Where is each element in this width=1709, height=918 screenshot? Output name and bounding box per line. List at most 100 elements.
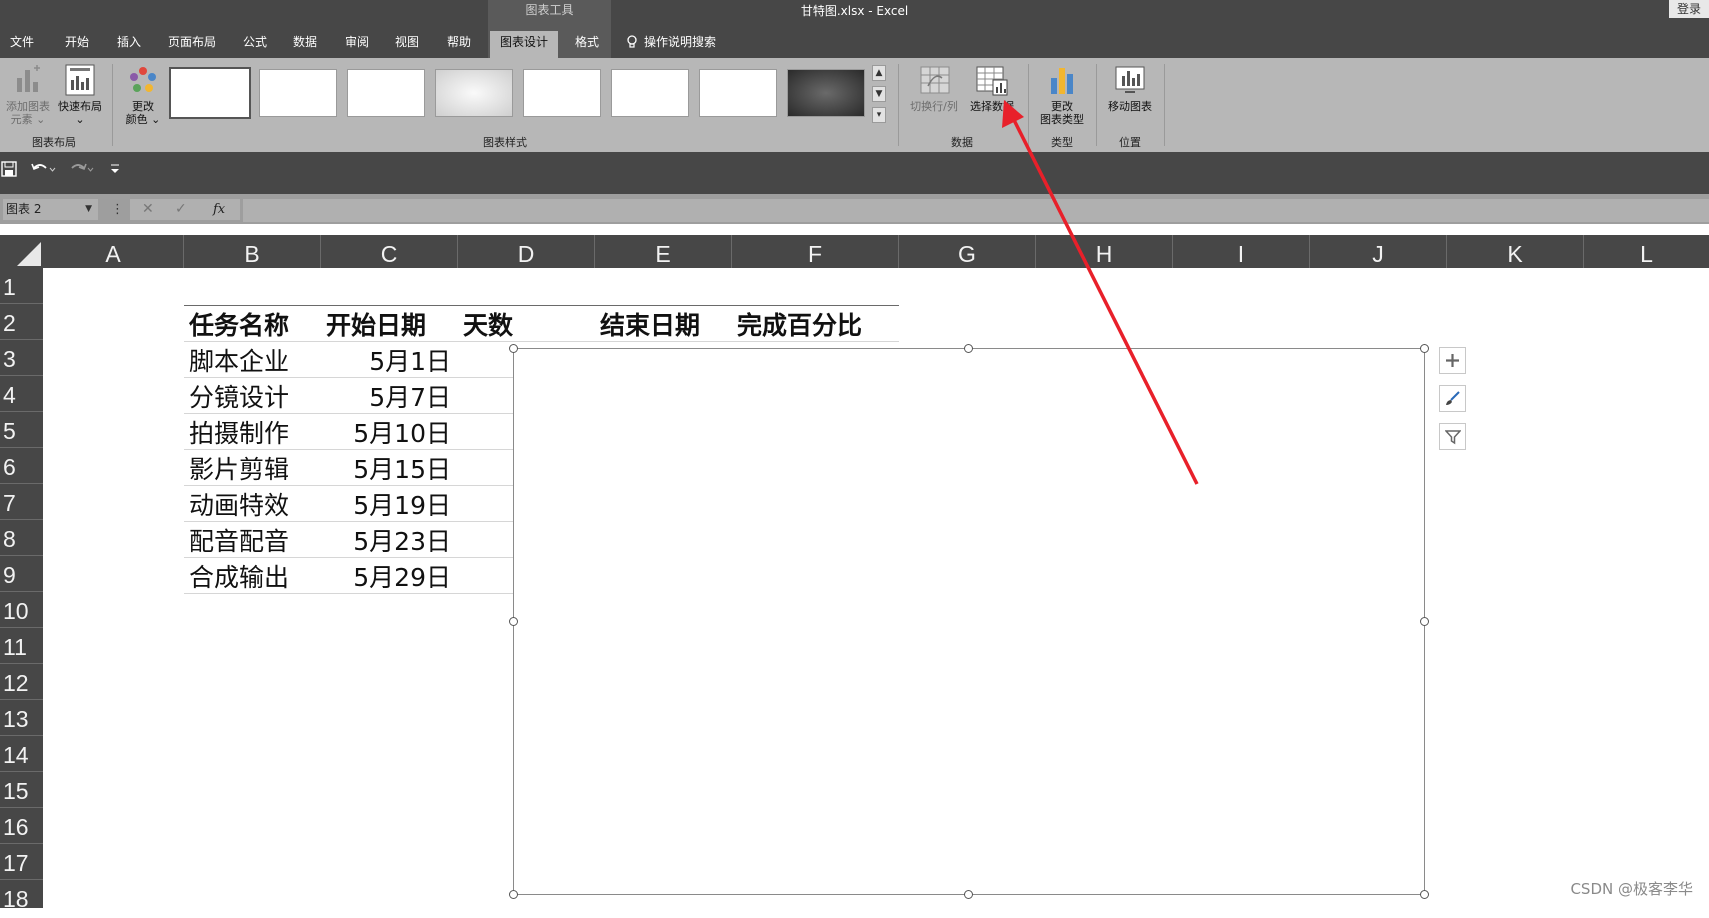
tab-review[interactable]: 审阅 — [338, 31, 376, 58]
task-cell[interactable]: 配音配音 — [189, 524, 289, 560]
header-start-date[interactable]: 开始日期 — [326, 308, 426, 344]
column-header-j[interactable]: J — [1310, 235, 1447, 268]
resize-handle-top[interactable] — [964, 344, 973, 353]
insert-function-icon[interactable]: fx — [213, 199, 225, 220]
column-header-e[interactable]: E — [595, 235, 732, 268]
change-colors-button[interactable]: 更改 颜色 ⌄ — [120, 64, 166, 128]
resize-handle-left[interactable] — [509, 617, 518, 626]
customize-qat-icon[interactable] — [110, 163, 120, 175]
tab-formulas[interactable]: 公式 — [236, 31, 274, 58]
header-days[interactable]: 天数 — [463, 308, 513, 344]
chart-style-1[interactable] — [169, 67, 251, 119]
header-complete-percent[interactable]: 完成百分比 — [737, 308, 862, 344]
column-header-g[interactable]: G — [899, 235, 1036, 268]
row-header-6[interactable]: 6 — [0, 448, 43, 484]
tab-home[interactable]: 开始 — [58, 31, 96, 58]
row-header-12[interactable]: 12 — [0, 664, 43, 700]
resize-handle-top-left[interactable] — [509, 344, 518, 353]
row-header-3[interactable]: 3 — [0, 340, 43, 376]
task-cell[interactable]: 影片剪辑 — [189, 452, 289, 488]
column-header-h[interactable]: H — [1036, 235, 1173, 268]
start-date-cell[interactable]: 5月15日 — [326, 452, 451, 488]
column-header-f[interactable]: F — [732, 235, 899, 268]
move-chart-button[interactable]: 移动图表 — [1100, 64, 1160, 118]
task-cell[interactable]: 分镜设计 — [189, 380, 289, 416]
tell-me-search[interactable]: 操作说明搜索 — [626, 31, 716, 53]
tab-view[interactable]: 视图 — [388, 31, 426, 58]
row-header-18[interactable]: 18 — [0, 880, 43, 916]
formula-bar-options-icon[interactable]: ⋮ — [111, 199, 124, 220]
row-header-7[interactable]: 7 — [0, 484, 43, 520]
change-chart-type-button[interactable]: 更改 图表类型 — [1034, 64, 1090, 128]
formula-input[interactable] — [243, 199, 1709, 222]
row-header-16[interactable]: 16 — [0, 808, 43, 844]
row-header-9[interactable]: 9 — [0, 556, 43, 592]
row-header-13[interactable]: 13 — [0, 700, 43, 736]
row-header-8[interactable]: 8 — [0, 520, 43, 556]
row-header-11[interactable]: 11 — [0, 628, 43, 664]
login-button[interactable]: 登录 — [1669, 0, 1709, 18]
save-icon[interactable] — [1, 161, 17, 177]
tab-insert[interactable]: 插入 — [110, 31, 148, 58]
row-header-15[interactable]: 15 — [0, 772, 43, 808]
row-header-1[interactable]: 1 — [0, 268, 43, 304]
quick-layout-button[interactable]: 快速布局 ⌄ — [56, 64, 104, 128]
row-header-14[interactable]: 14 — [0, 736, 43, 772]
enter-icon[interactable]: ✓ — [175, 199, 187, 220]
column-header-k[interactable]: K — [1447, 235, 1584, 268]
resize-handle-bottom-right[interactable] — [1420, 890, 1429, 899]
row-header-17[interactable]: 17 — [0, 844, 43, 880]
name-box-dropdown-icon[interactable]: ▼ — [85, 199, 92, 220]
chart-style-4[interactable] — [435, 69, 513, 117]
row-header-4[interactable]: 4 — [0, 376, 43, 412]
chart-style-3[interactable] — [347, 69, 425, 117]
column-header-b[interactable]: B — [184, 235, 321, 268]
chart-elements-button[interactable] — [1439, 347, 1466, 374]
column-header-a[interactable]: A — [43, 235, 184, 268]
chart-style-5[interactable] — [523, 69, 601, 117]
chart-style-7[interactable] — [699, 69, 777, 117]
chart-style-8[interactable] — [787, 69, 865, 117]
chart-style-6[interactable] — [611, 69, 689, 117]
task-cell[interactable]: 动画特效 — [189, 488, 289, 524]
cancel-icon[interactable]: ✕ — [142, 199, 154, 220]
switch-row-column-button[interactable]: 切换行/列 — [906, 64, 962, 118]
row-header-10[interactable]: 10 — [0, 592, 43, 628]
task-cell[interactable]: 合成输出 — [189, 560, 289, 596]
styles-scroll-up[interactable]: ▲ — [872, 65, 886, 81]
tab-help[interactable]: 帮助 — [440, 31, 478, 58]
column-header-i[interactable]: I — [1173, 235, 1310, 268]
select-data-button[interactable]: 选择数据 — [964, 64, 1020, 118]
undo-icon[interactable] — [30, 160, 56, 178]
chart-area[interactable] — [513, 348, 1425, 895]
select-all-button[interactable] — [0, 235, 43, 268]
start-date-cell[interactable]: 5月1日 — [326, 344, 451, 380]
header-end-date[interactable]: 结束日期 — [600, 308, 700, 344]
row-header-2[interactable]: 2 — [0, 304, 43, 340]
column-header-l[interactable]: L — [1584, 235, 1709, 268]
tab-data[interactable]: 数据 — [286, 31, 324, 58]
start-date-cell[interactable]: 5月7日 — [326, 380, 451, 416]
styles-more[interactable]: ▾ — [872, 107, 886, 123]
resize-handle-bottom[interactable] — [964, 890, 973, 899]
styles-scroll-down[interactable]: ▼ — [872, 86, 886, 102]
task-cell[interactable]: 脚本企业 — [189, 344, 289, 380]
start-date-cell[interactable]: 5月10日 — [326, 416, 451, 452]
chart-styles-button[interactable] — [1439, 385, 1466, 412]
add-chart-element-button[interactable]: 添加图表 元素 ⌄ — [4, 64, 52, 128]
start-date-cell[interactable]: 5月19日 — [326, 488, 451, 524]
start-date-cell[interactable]: 5月23日 — [326, 524, 451, 560]
redo-icon[interactable] — [68, 160, 94, 178]
task-cell[interactable]: 拍摄制作 — [189, 416, 289, 452]
header-task-name[interactable]: 任务名称 — [189, 308, 289, 344]
column-header-c[interactable]: C — [321, 235, 458, 268]
tab-chart-design[interactable]: 图表设计 — [490, 31, 558, 58]
tab-page-layout[interactable]: 页面布局 — [160, 31, 224, 58]
resize-handle-bottom-left[interactable] — [509, 890, 518, 899]
row-header-5[interactable]: 5 — [0, 412, 43, 448]
tab-file[interactable]: 文件 — [4, 31, 40, 58]
start-date-cell[interactable]: 5月29日 — [326, 560, 451, 596]
tab-format[interactable]: 格式 — [568, 31, 606, 58]
chart-filters-button[interactable] — [1439, 423, 1466, 450]
name-box[interactable]: 图表 2 ▼ — [3, 199, 98, 220]
